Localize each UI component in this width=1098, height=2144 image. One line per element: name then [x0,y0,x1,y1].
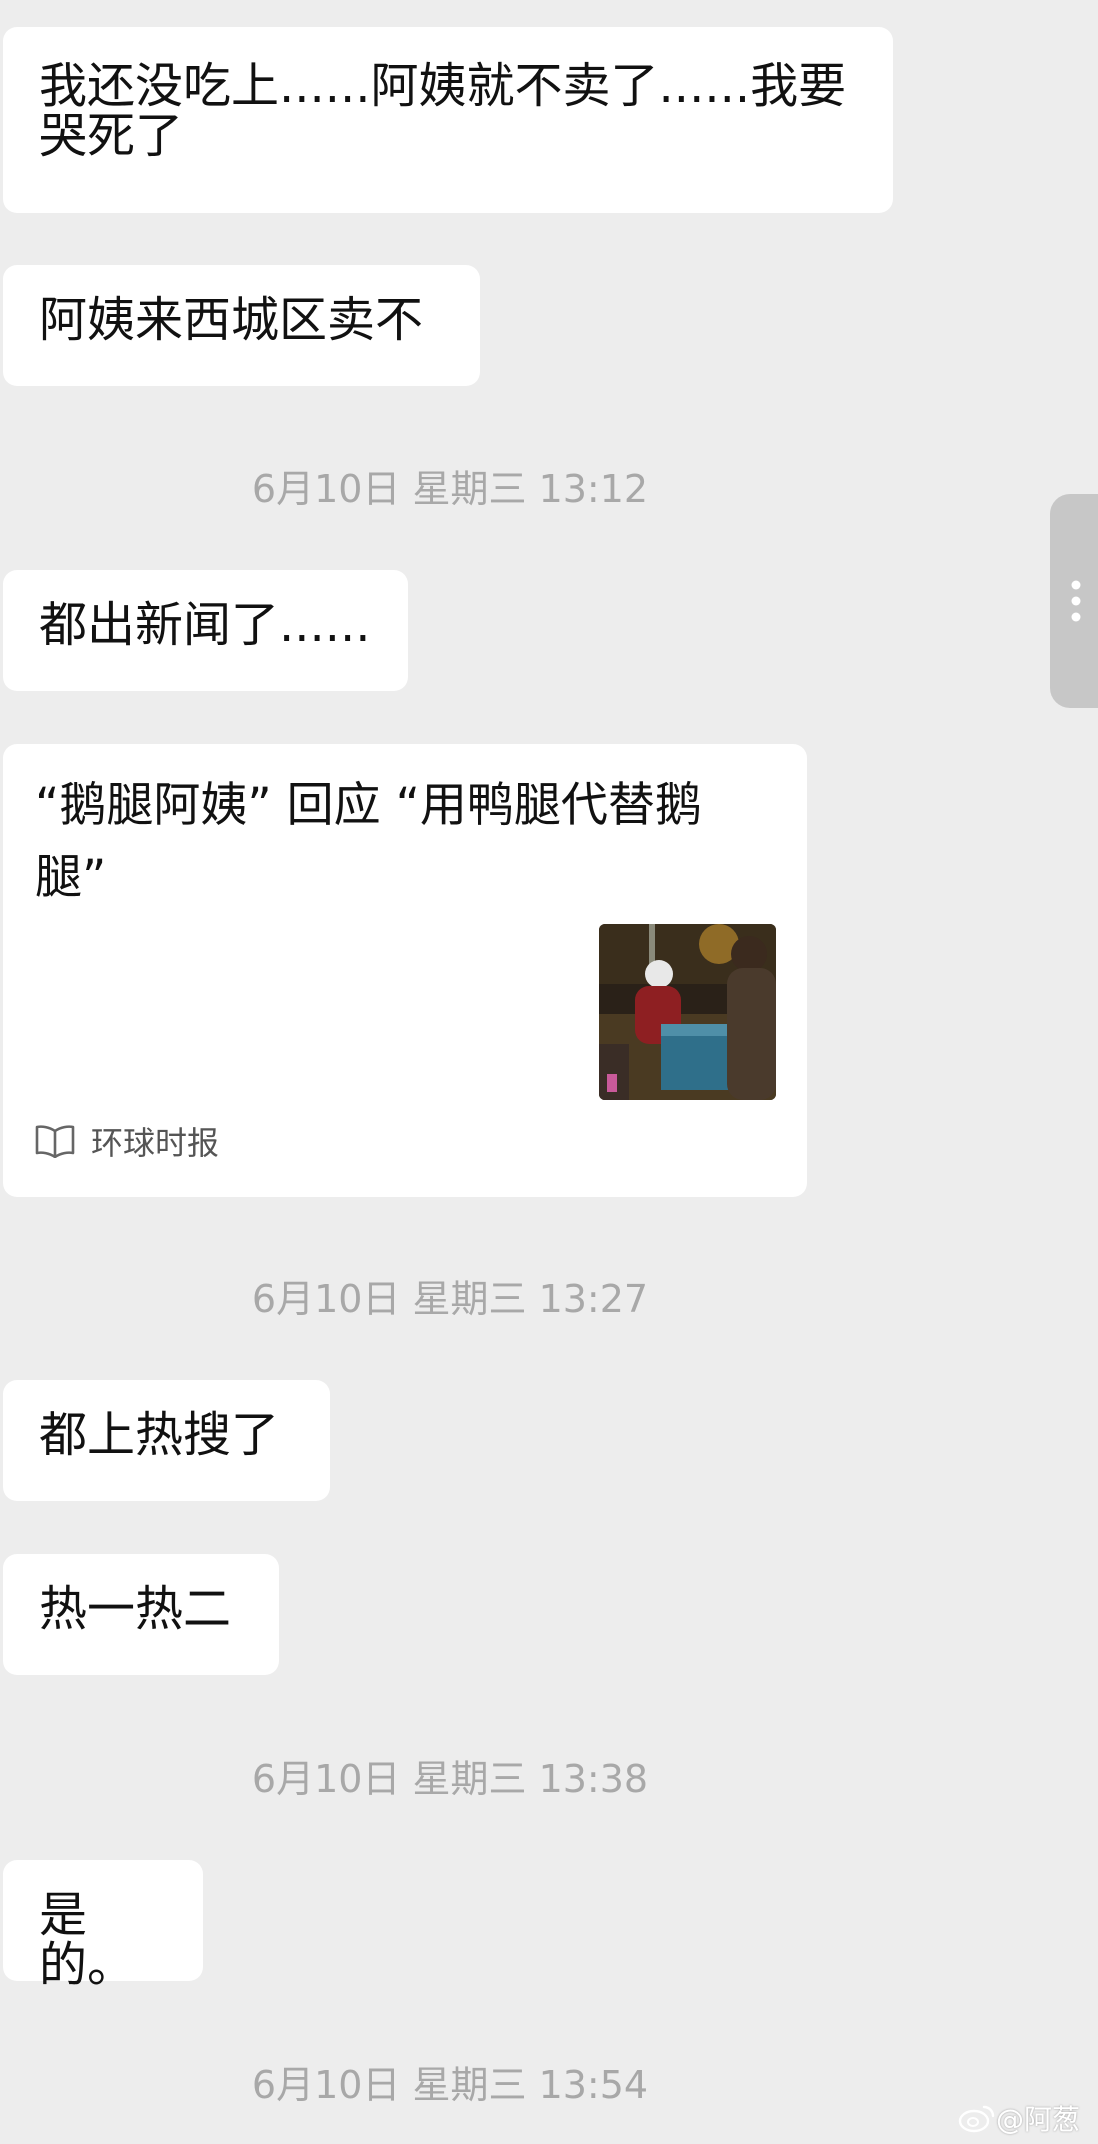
card-title: “鹅腿阿姨” 回应 “用鸭腿代替鹅腿” [35,778,702,905]
message-text: 是的。 [39,1887,136,1993]
message-bubble[interactable]: 阿姨来西城区卖不 [3,265,480,386]
chat-history: 我还没吃上......阿姨就不卖了......我要哭死了 阿姨来西城区卖不 6月… [0,0,1098,2144]
timestamp: 6月10日 星期三 13:54 [251,2063,649,2107]
vertical-dots-icon [1071,580,1081,622]
timestamp: 6月10日 星期三 13:27 [251,1277,649,1321]
weibo-icon [958,2105,995,2133]
news-link-card[interactable]: “鹅腿阿姨” 回应 “用鸭腿代替鹅腿” 环球时报 [3,744,807,1197]
message-bubble[interactable]: 是的。 [3,1860,203,1990]
watermark-text: @阿葱 [996,2103,1081,2136]
news-thumbnail [599,924,776,1100]
open-book-icon [35,1125,75,1158]
card-source: 环球时报 [35,1116,219,1166]
night-street-photo [599,924,776,1100]
message-bubble[interactable]: 热一热二 [3,1554,279,1675]
timestamp: 6月10日 星期三 13:12 [251,467,649,511]
timestamp: 6月10日 星期三 13:38 [251,1757,649,1801]
card-source-name: 环球时报 [91,1124,220,1162]
message-bubble[interactable]: 都上热搜了 [3,1380,330,1501]
message-text: 都出新闻了...... [39,597,371,653]
side-drawer-handle[interactable] [1050,494,1098,708]
message-bubble[interactable]: 都出新闻了...... [3,570,408,691]
message-text: 热一热二 [39,1581,232,1637]
message-text: 阿姨来西城区卖不 [39,292,424,348]
message-text: 都上热搜了 [39,1407,280,1463]
message-text: 我还没吃上......阿姨就不卖了......我要哭死了 [39,58,847,164]
watermark: @阿葱 [958,2098,1080,2138]
message-bubble[interactable]: 我还没吃上......阿姨就不卖了......我要哭死了 [3,27,893,213]
